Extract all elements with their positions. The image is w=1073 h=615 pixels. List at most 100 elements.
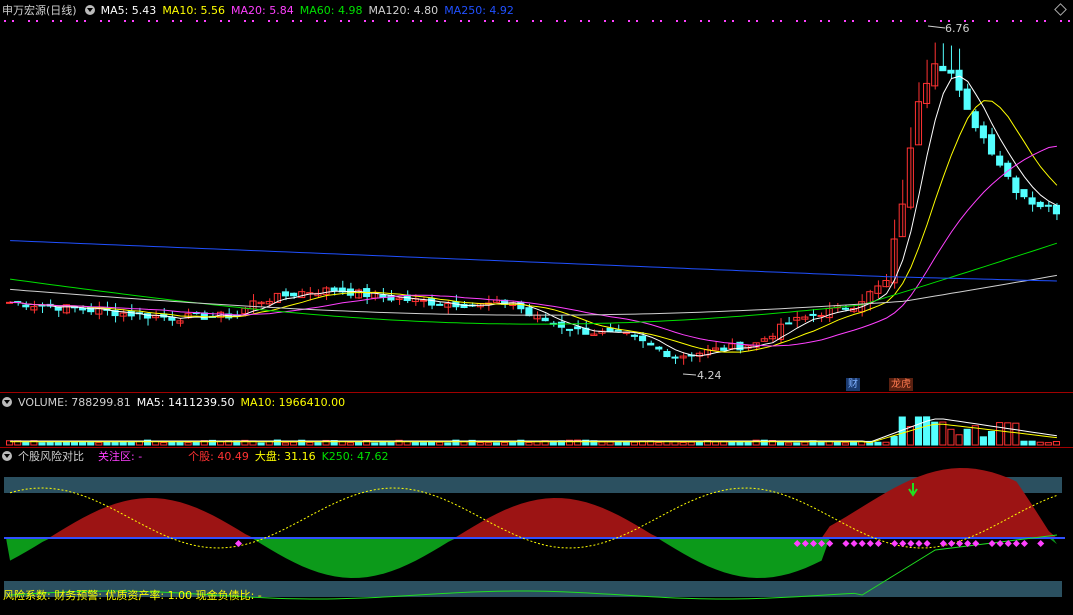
top-dot [420,20,422,22]
volume-bar [785,442,793,446]
volume-bar [1036,441,1044,446]
candle-body [281,291,290,297]
high-price-label: 6.76 [945,22,970,35]
top-dot [852,20,854,22]
top-dot [868,20,870,22]
volume-bar [314,442,322,446]
focus-diamond [988,539,996,548]
top-dot [580,20,582,22]
candle-body [630,334,639,337]
volume-bar [890,435,898,446]
volume-bar [963,428,971,446]
top-dot [364,20,366,22]
candle-body [419,299,427,302]
candle-body [671,356,679,359]
volume-bar [444,442,452,446]
focus-diamond [874,539,882,548]
candle-body [1036,201,1044,208]
focus-diamond [1037,539,1045,548]
volume-bar [1004,422,1012,446]
volume-bar [987,431,996,446]
top-dot [916,20,918,22]
top-dot [252,20,254,22]
volume-bar [525,441,533,446]
volume-bar [54,442,62,446]
top-dot [124,20,126,22]
risk-panel-menu-icon[interactable] [2,451,12,461]
focus-diamond [996,539,1004,548]
candle-body [720,347,728,351]
top-dot [276,20,278,22]
top-dot [84,20,86,22]
top-dot [516,20,518,22]
volume-bar [428,441,436,446]
volume-bar [79,441,87,446]
top-dot [820,20,822,22]
volume-bar [62,441,70,446]
candle-body [1044,204,1052,207]
top-dot [876,20,878,22]
risk-panel-header: 个股风险对比 关注区: - 个股: 40.49 大盘: 31.16 K250: 47.6… [0,449,394,465]
focus-diamond [899,539,907,548]
finance-tag[interactable]: 财 [846,378,860,391]
top-dot [324,20,326,22]
top-dot [12,20,14,22]
risk-panel-title: 个股风险对比 [18,450,84,463]
top-dot [244,20,246,22]
top-dot [684,20,686,22]
top-dot [772,20,774,22]
volume-bar [184,442,192,446]
volume-bar [160,442,168,446]
volume-bar [346,442,354,446]
volume-bar [655,442,663,446]
top-dot [996,20,998,22]
top-dot [708,20,710,22]
volume-bar [492,442,501,446]
volume-bar [436,441,444,446]
candle-body [1028,197,1036,205]
top-dot [780,20,782,22]
volume-bar [841,442,850,446]
top-dot [700,20,702,22]
top-dot [436,20,438,22]
top-dot [604,20,606,22]
top-dot [196,20,198,22]
volume-bar [257,442,265,446]
candle-body [987,134,996,155]
dragon-tiger-tag[interactable]: 龙虎 [889,378,913,391]
volume-bar [793,442,801,446]
top-dot [492,20,494,22]
top-dot [204,20,206,22]
volume-bar [387,441,395,446]
top-dot [372,20,374,22]
focus-diamond [947,539,955,548]
top-dot [556,20,558,22]
volume-bar [630,441,639,446]
top-dot [940,20,942,22]
top-dot [972,20,974,22]
top-dot [148,20,150,22]
top-dot [76,20,78,22]
candle-body [614,329,622,332]
top-dot [100,20,102,22]
top-dot [468,20,470,22]
focus-diamond [850,539,858,548]
top-dot [676,20,678,22]
volume-bar [411,441,419,446]
top-dot [1036,20,1038,22]
top-dot [108,20,110,22]
volume-bar [598,441,606,446]
top-dot [748,20,750,22]
top-dot [924,20,926,22]
volume-bar [484,442,492,446]
candle-body [525,307,533,317]
candle-body [963,88,971,110]
ma10-line [10,100,1058,353]
candle-body [330,287,338,292]
top-dot [36,20,38,22]
top-dot [540,20,542,22]
focus-diamond [1020,539,1029,548]
candle-body [841,307,850,310]
top-dot [228,20,230,22]
candle-body [1020,189,1028,198]
